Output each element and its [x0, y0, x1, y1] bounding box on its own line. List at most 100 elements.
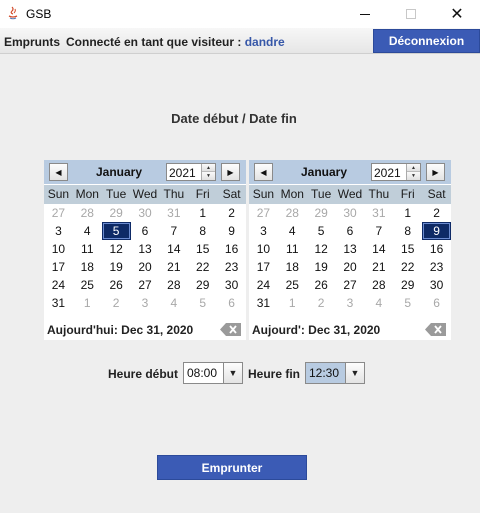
- day-cell[interactable]: 3: [44, 222, 73, 240]
- day-cell[interactable]: 15: [188, 240, 217, 258]
- day-cell[interactable]: 18: [73, 258, 102, 276]
- minimize-button[interactable]: [342, 0, 388, 28]
- day-cell[interactable]: 31: [249, 294, 278, 312]
- menu-emprunts[interactable]: Emprunts: [4, 35, 60, 49]
- year-spin-buttons[interactable]: ▲ ▼: [406, 164, 420, 180]
- prev-month-button[interactable]: ◀: [254, 163, 273, 181]
- day-cell[interactable]: 2: [102, 294, 131, 312]
- day-cell[interactable]: 5: [188, 294, 217, 312]
- day-cell[interactable]: 3: [131, 294, 160, 312]
- day-cell[interactable]: 23: [217, 258, 246, 276]
- day-cell[interactable]: 31: [159, 204, 188, 222]
- dropdown-arrow-icon[interactable]: ▼: [223, 363, 242, 383]
- day-cell[interactable]: 10: [44, 240, 73, 258]
- close-button[interactable]: ✕: [434, 0, 480, 28]
- year-spinner[interactable]: 2021 ▲ ▼: [371, 163, 421, 181]
- end-time-select[interactable]: 12:30 ▼: [305, 362, 365, 384]
- day-cell[interactable]: 17: [44, 258, 73, 276]
- day-cell[interactable]: 14: [364, 240, 393, 258]
- day-cell[interactable]: 29: [393, 276, 422, 294]
- day-cell[interactable]: 22: [188, 258, 217, 276]
- day-cell[interactable]: 25: [73, 276, 102, 294]
- day-cell[interactable]: 28: [278, 204, 307, 222]
- day-cell[interactable]: 30: [422, 276, 451, 294]
- day-cell[interactable]: 4: [73, 222, 102, 240]
- day-cell[interactable]: 2: [307, 294, 336, 312]
- day-cell[interactable]: 13: [336, 240, 365, 258]
- day-cell[interactable]: 26: [307, 276, 336, 294]
- day-cell[interactable]: 27: [336, 276, 365, 294]
- day-cell[interactable]: 8: [393, 222, 422, 240]
- day-cell[interactable]: 26: [102, 276, 131, 294]
- clear-date-icon[interactable]: [425, 323, 446, 336]
- borrow-button[interactable]: Emprunter: [157, 455, 307, 480]
- day-cell[interactable]: 22: [393, 258, 422, 276]
- day-cell[interactable]: 29: [188, 276, 217, 294]
- day-cell[interactable]: 12: [307, 240, 336, 258]
- day-cell[interactable]: 11: [73, 240, 102, 258]
- day-cell[interactable]: 24: [44, 276, 73, 294]
- day-cell[interactable]: 2: [217, 204, 246, 222]
- maximize-button[interactable]: [388, 0, 434, 28]
- spin-down-icon[interactable]: ▼: [407, 172, 420, 180]
- prev-month-button[interactable]: ◀: [49, 163, 68, 181]
- day-cell[interactable]: 3: [249, 222, 278, 240]
- spin-up-icon[interactable]: ▲: [407, 164, 420, 172]
- day-cell[interactable]: 23: [422, 258, 451, 276]
- clear-date-icon[interactable]: [220, 323, 241, 336]
- today-link[interactable]: Aujourd': Dec 31, 2020: [252, 323, 380, 337]
- day-cell[interactable]: 6: [336, 222, 365, 240]
- day-cell[interactable]: 31: [364, 204, 393, 222]
- next-month-button[interactable]: ▶: [221, 163, 240, 181]
- day-cell[interactable]: 3: [336, 294, 365, 312]
- day-cell[interactable]: 6: [217, 294, 246, 312]
- day-cell[interactable]: 17: [249, 258, 278, 276]
- day-cell[interactable]: 6: [422, 294, 451, 312]
- day-cell[interactable]: 5: [307, 222, 336, 240]
- day-cell[interactable]: 16: [422, 240, 451, 258]
- day-cell[interactable]: 19: [102, 258, 131, 276]
- start-time-select[interactable]: 08:00 ▼: [183, 362, 243, 384]
- day-cell[interactable]: 12: [102, 240, 131, 258]
- spin-up-icon[interactable]: ▲: [202, 164, 215, 172]
- month-label[interactable]: January: [74, 165, 164, 179]
- year-spinner[interactable]: 2021 ▲ ▼: [166, 163, 216, 181]
- year-spin-buttons[interactable]: ▲ ▼: [201, 164, 215, 180]
- day-cell[interactable]: 14: [159, 240, 188, 258]
- day-cell[interactable]: 7: [364, 222, 393, 240]
- day-cell[interactable]: 8: [188, 222, 217, 240]
- day-cell[interactable]: 28: [159, 276, 188, 294]
- day-cell[interactable]: 29: [307, 204, 336, 222]
- day-cell[interactable]: 1: [73, 294, 102, 312]
- selected-day[interactable]: 9: [422, 222, 451, 240]
- day-cell[interactable]: 15: [393, 240, 422, 258]
- day-cell[interactable]: 21: [364, 258, 393, 276]
- day-cell[interactable]: 10: [249, 240, 278, 258]
- day-cell[interactable]: 5: [393, 294, 422, 312]
- day-cell[interactable]: 19: [307, 258, 336, 276]
- day-cell[interactable]: 31: [44, 294, 73, 312]
- day-cell[interactable]: 25: [278, 276, 307, 294]
- day-cell[interactable]: 27: [131, 276, 160, 294]
- day-cell[interactable]: 4: [364, 294, 393, 312]
- day-cell[interactable]: 30: [131, 204, 160, 222]
- day-cell[interactable]: 2: [422, 204, 451, 222]
- day-cell[interactable]: 30: [336, 204, 365, 222]
- day-cell[interactable]: 1: [393, 204, 422, 222]
- day-cell[interactable]: 27: [249, 204, 278, 222]
- spin-down-icon[interactable]: ▼: [202, 172, 215, 180]
- day-cell[interactable]: 13: [131, 240, 160, 258]
- next-month-button[interactable]: ▶: [426, 163, 445, 181]
- today-link[interactable]: Aujourd'hui: Dec 31, 2020: [47, 323, 193, 337]
- day-cell[interactable]: 1: [278, 294, 307, 312]
- month-label[interactable]: January: [279, 165, 369, 179]
- day-cell[interactable]: 20: [131, 258, 160, 276]
- day-cell[interactable]: 16: [217, 240, 246, 258]
- logout-button[interactable]: Déconnexion: [373, 29, 480, 53]
- day-cell[interactable]: 1: [188, 204, 217, 222]
- day-cell[interactable]: 6: [131, 222, 160, 240]
- day-cell[interactable]: 24: [249, 276, 278, 294]
- day-cell[interactable]: 11: [278, 240, 307, 258]
- day-cell[interactable]: 7: [159, 222, 188, 240]
- day-cell[interactable]: 21: [159, 258, 188, 276]
